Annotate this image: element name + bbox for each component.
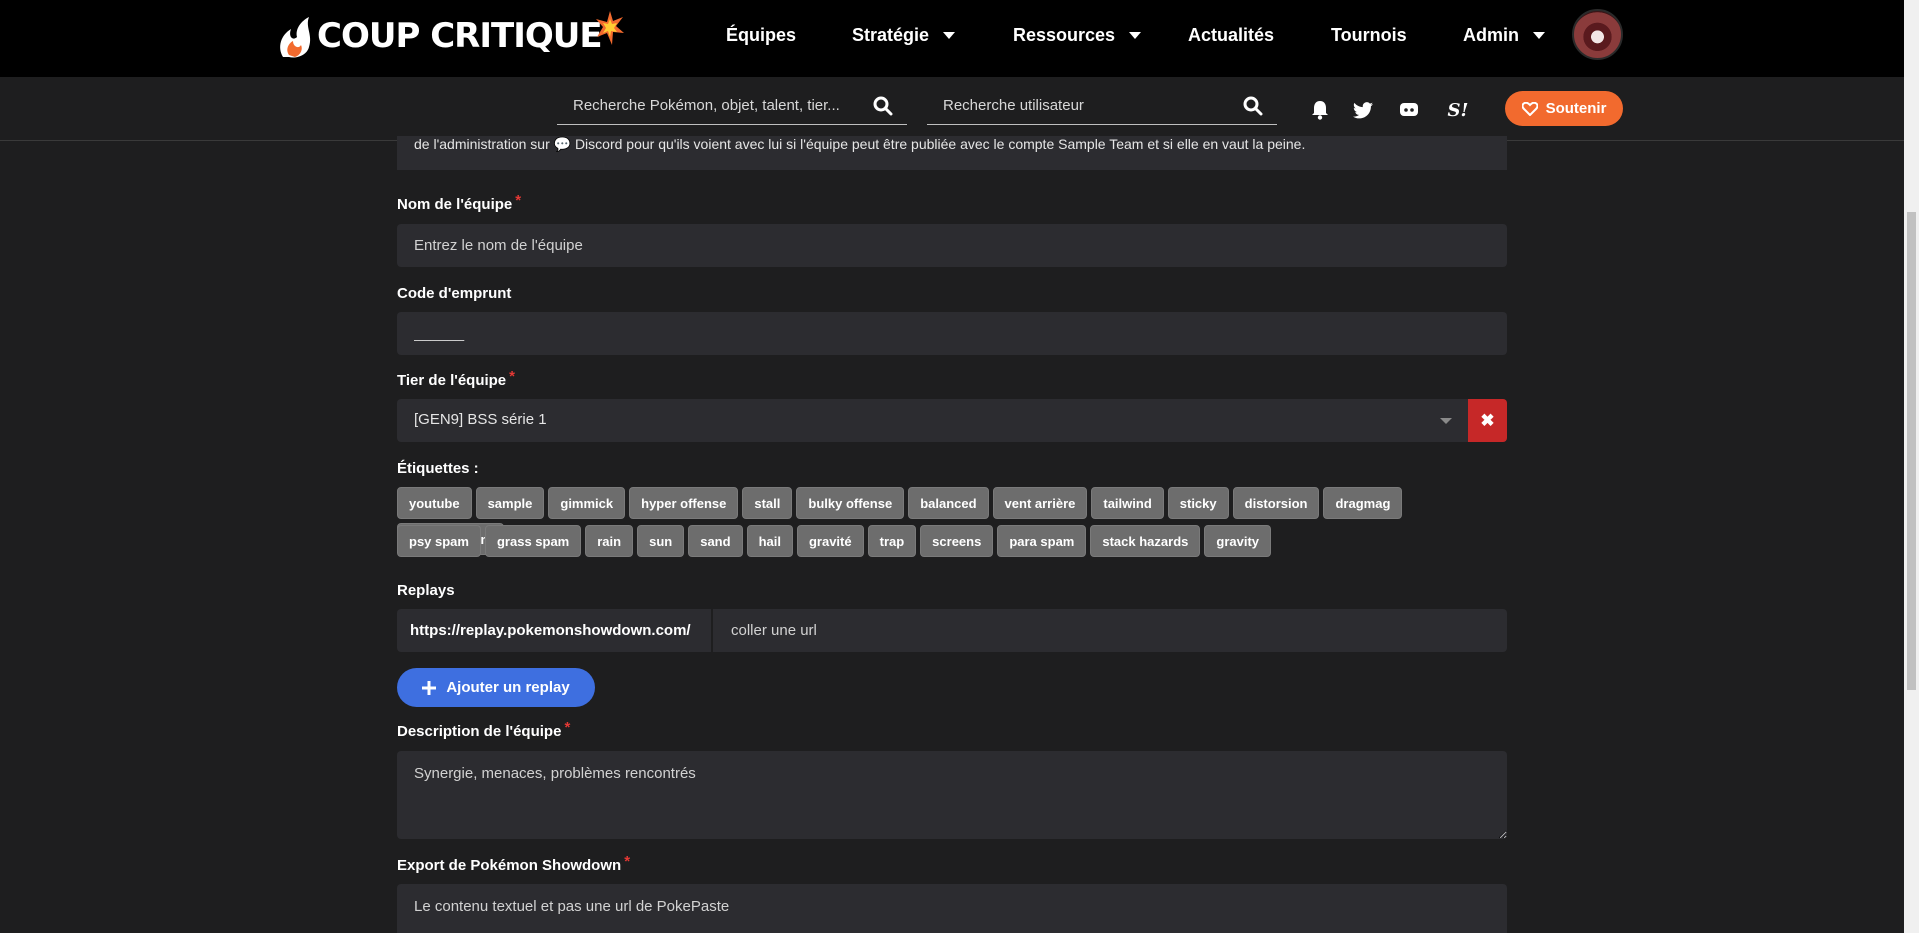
tag-button[interactable]: hyper offense [629,487,739,519]
export-label-text: Export de Pokémon Showdown [397,857,622,874]
tag-button[interactable]: rain [585,525,634,557]
top-navbar: COUP CRITIQUE Équipes Stratégie Ressourc… [0,0,1904,77]
support-label: Soutenir [1545,100,1607,117]
tag-button[interactable]: bulky offense [796,487,905,519]
chevron-down-icon [1129,31,1142,39]
tag-button[interactable]: tailwind [1091,487,1164,519]
tag-button[interactable]: hail [746,525,793,557]
chevron-down-icon [943,31,956,39]
nav-strategie-label: Stratégie [852,24,930,45]
user-avatar[interactable] [1572,9,1623,60]
required-marker: * [624,853,631,870]
description-textarea[interactable] [397,751,1507,839]
tier-clear-button[interactable]: ✖ [1468,399,1507,442]
notice-text: de l'administration sur 💬 Discord pour q… [414,136,1306,152]
user-search [927,88,1277,125]
add-replay-button[interactable]: Ajouter un replay [397,668,595,707]
tag-button[interactable]: sticky [1167,487,1229,519]
heart-icon [1521,101,1538,116]
tier-selected-value: [GEN9] BSS série 1 [414,411,547,428]
nav-tournois[interactable]: Tournois [1331,0,1407,70]
description-label: Description de l'équipe * [397,719,570,740]
tag-button[interactable]: distorsion [1232,487,1320,519]
tier-label-text: Tier de l'équipe [397,372,507,389]
tag-button[interactable]: sand [688,525,743,557]
bell-icon[interactable] [1309,99,1331,121]
tag-button[interactable]: grass spam [484,525,582,557]
tag-button[interactable]: gimmick [548,487,626,519]
support-button[interactable]: Soutenir [1505,91,1623,126]
pokemon-search [557,88,907,125]
tag-button[interactable]: dragmag [1323,487,1403,519]
tag-button[interactable]: screens [920,525,994,557]
tier-select: [GEN9] BSS série 1 ✖ [397,399,1507,442]
nav-ressources[interactable]: Ressources [1013,0,1142,70]
tag-button[interactable]: stack hazards [1090,525,1201,557]
add-replay-label: Ajouter un replay [446,679,570,696]
team-name-label: Nom de l'équipe * [397,192,521,213]
tag-button[interactable]: balanced [908,487,989,519]
tier-select-box[interactable]: [GEN9] BSS série 1 [397,399,1468,442]
borrow-code-label: Code d'emprunt [397,285,511,302]
search-icon[interactable] [1243,96,1263,116]
nav-tournois-label: Tournois [1331,24,1407,45]
pokemon-search-input[interactable] [573,94,843,116]
tags-label-text: Étiquettes : [397,460,479,477]
logo-flame-icon [280,17,311,58]
info-notice: de l'administration sur 💬 Discord pour q… [397,136,1507,170]
nav-admin-label: Admin [1463,24,1519,45]
logo-burst-icon [595,11,624,45]
scrollbar-thumb[interactable] [1907,212,1916,690]
discord-icon[interactable] [1398,99,1420,121]
logo-text: COUP CRITIQUE [317,16,603,56]
tags-row-2: psy spam grass spam rain sun sand hail gravité… [397,525,1507,557]
nav-ressources-label: Ressources [1013,24,1116,45]
tags-label: Étiquettes : [397,460,479,477]
tag-button[interactable]: sun [637,525,685,557]
tag-button[interactable]: sample [475,487,545,519]
tag-button[interactable]: trap [867,525,917,557]
borrow-code-label-text: Code d'emprunt [397,285,512,302]
search-icon[interactable] [873,96,893,116]
required-marker: * [509,368,515,385]
nav-equipes[interactable]: Équipes [726,0,796,70]
dropdown-arrow-icon [1440,418,1452,424]
borrow-code-input[interactable] [397,312,1507,355]
tag-button[interactable]: stall [742,487,793,519]
tag-button[interactable]: youtube [397,487,472,519]
tag-button[interactable]: psy spam [397,525,481,557]
nav-actualites-label: Actualités [1188,24,1275,45]
tag-button[interactable]: gravité [796,525,864,557]
description-label-text: Description de l'équipe [397,723,562,740]
smogon-icon[interactable]: S! [1443,99,1473,121]
nav-equipes-label: Équipes [726,24,797,45]
required-marker: * [515,192,522,209]
replays-label: Replays [397,582,455,599]
nav-admin[interactable]: Admin [1463,0,1545,70]
team-name-input[interactable] [397,224,1507,267]
user-search-input[interactable] [943,94,1213,116]
chevron-down-icon [1533,31,1545,39]
required-marker: * [564,719,571,736]
plus-icon [422,680,437,695]
tag-button[interactable]: vent arrière [992,487,1088,519]
twitter-icon[interactable] [1352,99,1374,121]
nav-actualites[interactable]: Actualités [1188,0,1274,70]
export-label: Export de Pokémon Showdown * [397,853,630,874]
tier-label: Tier de l'équipe * [397,368,515,389]
nav-strategie[interactable]: Stratégie [852,0,956,70]
site-logo[interactable]: COUP CRITIQUE [275,10,624,62]
team-name-label-text: Nom de l'équipe [397,196,513,213]
replay-url-input[interactable] [713,609,1507,652]
tag-button[interactable]: para spam [997,525,1087,557]
replay-input-group: https://replay.pokemonshowdown.com/ [397,609,1507,652]
replays-label-text: Replays [397,582,455,599]
export-textarea[interactable] [397,884,1507,933]
page-scrollbar[interactable] [1904,0,1919,933]
replay-url-prefix: https://replay.pokemonshowdown.com/ [397,609,713,652]
tag-button[interactable]: gravity [1204,525,1272,557]
